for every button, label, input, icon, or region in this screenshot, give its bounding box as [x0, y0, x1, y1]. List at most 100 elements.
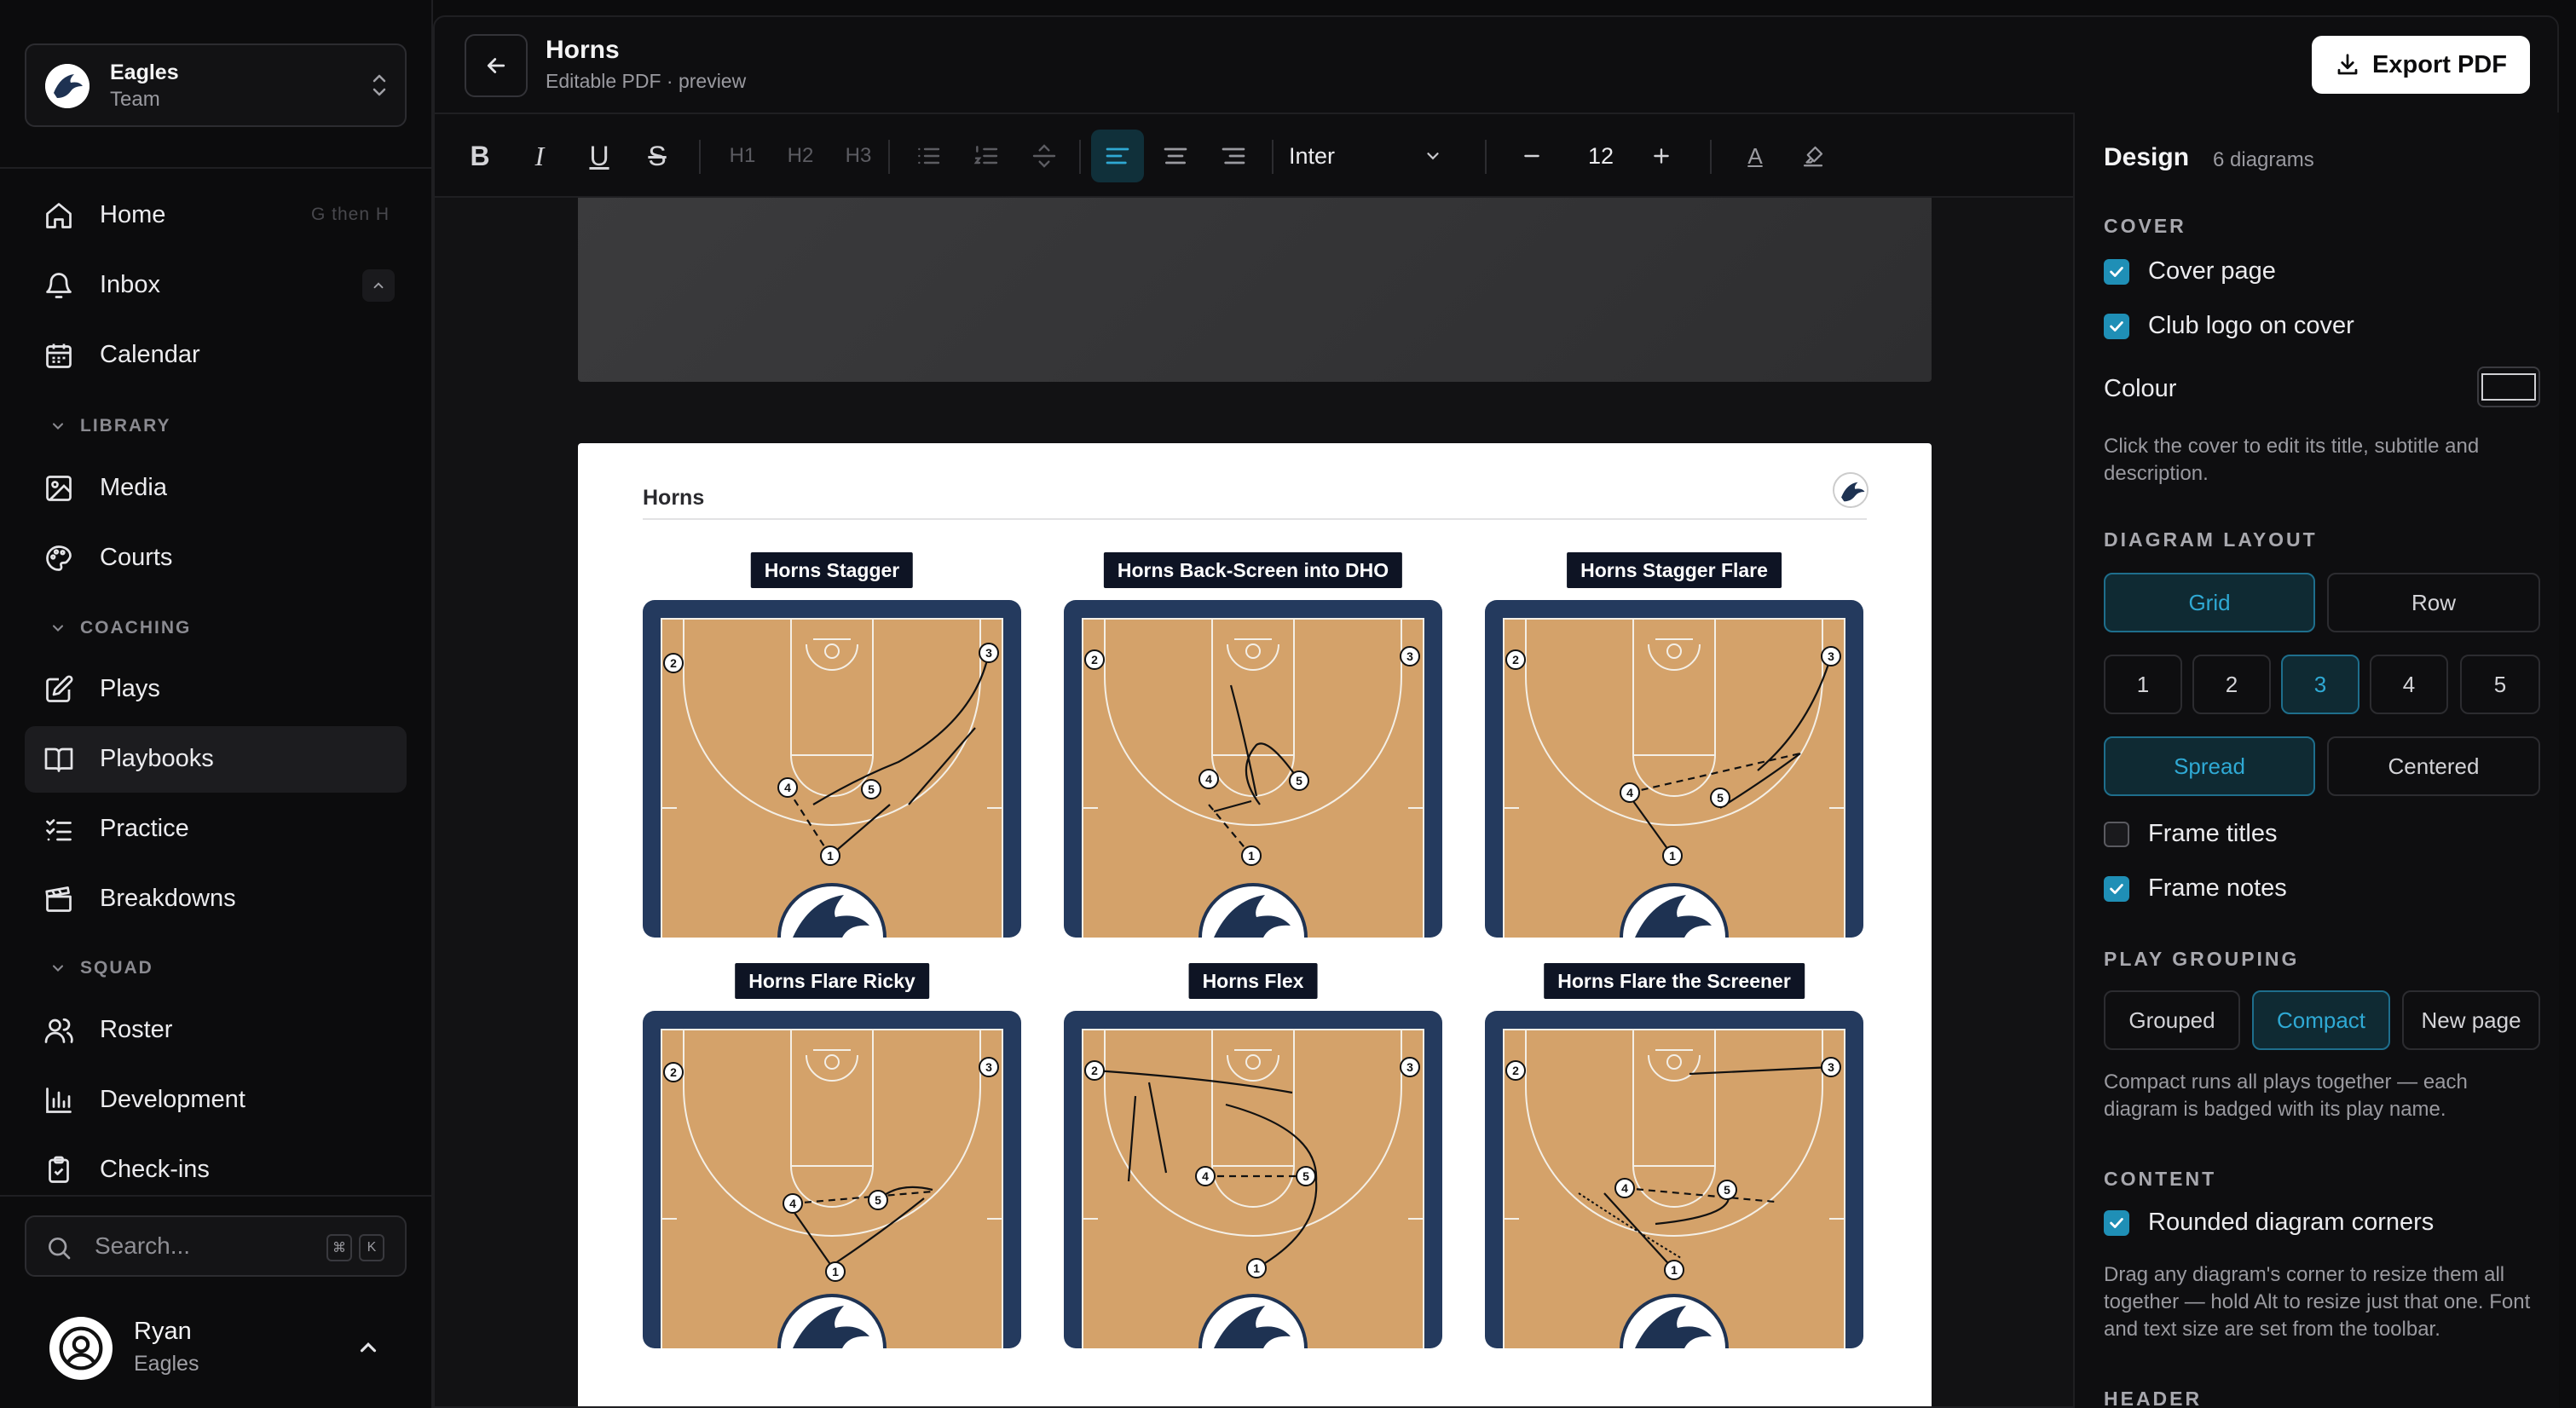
ordered-list-button[interactable]	[960, 130, 1013, 182]
text-color-button[interactable]: A	[1729, 130, 1782, 182]
font-family-select[interactable]: Inter	[1275, 130, 1456, 182]
court-diagram[interactable]: 1 2 3 4 5	[1485, 1011, 1863, 1348]
player-5-marker: 5	[868, 1190, 888, 1210]
team-switcher[interactable]: Eagles Team	[25, 43, 407, 127]
nav-media[interactable]: Media	[25, 455, 407, 522]
columns-1-button[interactable]: 1	[2104, 655, 2182, 714]
italic-button[interactable]: I	[513, 130, 566, 182]
collapse-button[interactable]	[362, 269, 395, 302]
columns-3-button[interactable]: 3	[2281, 655, 2359, 714]
nav-courts[interactable]: Courts	[25, 525, 407, 591]
diagram-frame[interactable]: Horns Flare Ricky 1 2 3 4 5	[643, 963, 1021, 1348]
colour-swatch[interactable]	[2477, 366, 2540, 407]
page-header-rule	[643, 518, 1867, 520]
rounded-corners-checkbox[interactable]: Rounded diagram corners	[2104, 1209, 2434, 1237]
design-panel: Design 6 diagrams COVER Cover page Club …	[2073, 113, 2559, 1408]
section-coaching[interactable]: COACHING	[49, 618, 191, 638]
court-diagram[interactable]: 1 2 3 4 5	[643, 1011, 1021, 1348]
divider-button[interactable]	[1018, 130, 1071, 182]
diagram-frame[interactable]: Horns Stagger Flare 1 2 3 4 5	[1485, 552, 1863, 938]
section-library[interactable]: LIBRARY	[49, 416, 171, 436]
search-box[interactable]: ⌘ K	[25, 1215, 407, 1277]
court-diagram[interactable]: 1 2 3 4 5	[643, 600, 1021, 938]
court-diagram[interactable]: 1 2 3 4 5	[1485, 600, 1863, 938]
cover-page-preview[interactable]	[578, 198, 1932, 382]
diagram-frame[interactable]: Horns Flex 1 2 3 4 5	[1064, 963, 1442, 1348]
frame-titles-checkbox[interactable]: Frame titles	[2104, 820, 2277, 848]
diagram-frame[interactable]: Horns Stagger 1 2 3 4 5	[643, 552, 1021, 938]
cover-page-checkbox[interactable]: Cover page	[2104, 257, 2276, 286]
new-page-button[interactable]: New page	[2402, 990, 2540, 1050]
font-size-decrease-button[interactable]	[1505, 130, 1558, 182]
section-squad[interactable]: SQUAD	[49, 958, 153, 978]
align-center-button[interactable]	[1149, 130, 1202, 182]
nav-playbooks[interactable]: Playbooks	[25, 726, 407, 793]
nav-home[interactable]: Home G then H	[25, 182, 407, 249]
nav-roster[interactable]: Roster	[25, 997, 407, 1064]
grouped-button[interactable]: Grouped	[2104, 990, 2240, 1050]
align-right-button[interactable]	[1207, 130, 1260, 182]
panel-title: Design	[2104, 143, 2190, 171]
nav-inbox[interactable]: Inbox	[25, 252, 407, 319]
back-button[interactable]	[465, 34, 528, 97]
font-size-value[interactable]: 12	[1567, 130, 1635, 182]
user-team: Eagles	[134, 1352, 199, 1376]
checkbox-label: Club logo on cover	[2148, 312, 2354, 339]
court-diagram[interactable]: 1 2 3 4 5	[1064, 600, 1442, 938]
player-2-marker: 2	[663, 1062, 684, 1082]
user-menu[interactable]: Ryan Eagles	[25, 1299, 407, 1401]
book-open-icon	[43, 744, 74, 775]
svg-text:2: 2	[1512, 1064, 1519, 1077]
heading1-button[interactable]: H1	[716, 130, 769, 182]
search-icon	[45, 1234, 72, 1261]
player-1-marker: 1	[825, 1261, 846, 1282]
nav-development[interactable]: Development	[25, 1067, 407, 1134]
align-left-button[interactable]	[1091, 130, 1144, 182]
heading2-button[interactable]: H2	[774, 130, 827, 182]
export-pdf-button[interactable]: Export PDF	[2312, 36, 2530, 94]
player-5-marker: 5	[1717, 1180, 1737, 1200]
separator-icon	[1032, 144, 1056, 168]
svg-text:3: 3	[1828, 1060, 1834, 1074]
compact-button[interactable]: Compact	[2252, 990, 2390, 1050]
club-logo-checkbox[interactable]: Club logo on cover	[2104, 312, 2354, 340]
nav-breakdowns[interactable]: Breakdowns	[25, 866, 407, 932]
document-subtitle: Editable PDF · preview	[546, 70, 747, 92]
bullet-list-button[interactable]	[902, 130, 955, 182]
diagram-title: Horns Flare Ricky	[735, 963, 929, 999]
svg-text:5: 5	[1302, 1169, 1309, 1183]
underline-button[interactable]: U	[573, 130, 626, 182]
bold-button[interactable]: B	[453, 130, 506, 182]
columns-4-button[interactable]: 4	[2370, 655, 2448, 714]
centered-button[interactable]: Centered	[2327, 736, 2540, 796]
spread-button[interactable]: Spread	[2104, 736, 2315, 796]
highlight-button[interactable]	[1787, 130, 1840, 182]
heading3-button[interactable]: H3	[832, 130, 885, 182]
frame-notes-checkbox[interactable]: Frame notes	[2104, 874, 2287, 903]
court-diagram[interactable]: 1 2 3 4 5	[1064, 1011, 1442, 1348]
app-window: Eagles Team Home G then H Inbox Calendar…	[0, 0, 2576, 1408]
svg-text:1: 1	[1669, 849, 1676, 863]
nav-plays[interactable]: Plays	[25, 656, 407, 723]
columns-2-button[interactable]: 2	[2192, 655, 2271, 714]
playbook-page[interactable]: Horns Horns Stagger 1 2 3 4 5 Horns Back-Scree…	[578, 443, 1932, 1406]
format-toolbar: B I U S H1 H2 H3 Inter 12 A	[435, 114, 2075, 198]
nav-calendar[interactable]: Calendar	[25, 322, 407, 389]
clapperboard-icon	[43, 884, 74, 915]
nav-check-ins[interactable]: Check-ins	[25, 1137, 407, 1203]
search-input[interactable]	[95, 1229, 316, 1263]
strikethrough-button[interactable]: S	[631, 130, 684, 182]
nav-label: Inbox	[100, 271, 160, 298]
layout-row-button[interactable]: Row	[2327, 573, 2540, 632]
nav-practice[interactable]: Practice	[25, 796, 407, 863]
columns-5-button[interactable]: 5	[2460, 655, 2540, 714]
document-canvas[interactable]: Horns Horns Stagger 1 2 3 4 5 Horns Back-Scree…	[435, 198, 2075, 1406]
bell-icon	[43, 270, 74, 301]
club-logo	[1833, 472, 1868, 508]
diagram-frame[interactable]: Horns Flare the Screener 1 2 3 4 5	[1485, 963, 1863, 1348]
diagram-frame[interactable]: Horns Back-Screen into DHO 1 2 3 4 5	[1064, 552, 1442, 938]
layout-grid-button[interactable]: Grid	[2104, 573, 2315, 632]
section-header: HEADER	[2104, 1388, 2203, 1408]
check-icon	[2104, 313, 2129, 339]
font-size-increase-button[interactable]	[1635, 130, 1688, 182]
